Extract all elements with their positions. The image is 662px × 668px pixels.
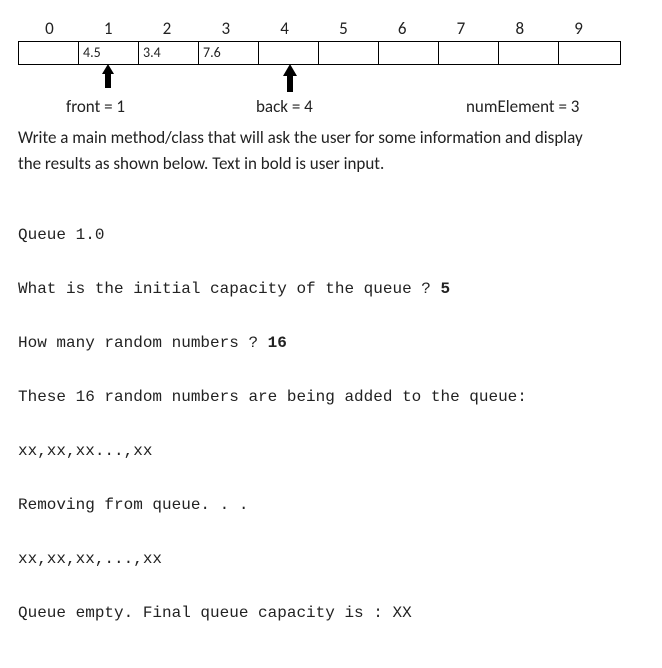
index-label: 1 [79,18,138,39]
index-label: 7 [432,18,491,39]
index-label: 9 [549,18,608,39]
front-pointer-label: front = 1 [66,96,125,117]
array-cell: 3.4 [139,42,199,64]
output-line: Removing from queue. . . [18,496,608,514]
user-input: 16 [268,334,287,352]
array-cell [259,42,319,64]
index-label: 5 [314,18,373,39]
output-line: Queue 1.0 [18,226,608,244]
index-row: 0 1 2 3 4 5 6 7 8 9 [18,18,608,39]
index-label: 3 [196,18,255,39]
array-cell: 4.5 [79,42,139,64]
array-cell [379,42,439,64]
array-cell [19,42,79,64]
array-cell [499,42,559,64]
user-input: 5 [440,280,450,298]
back-pointer-label: back = 4 [256,96,313,117]
back-arrow-icon [281,64,299,92]
array-cell [439,42,499,64]
output-line: Queue empty. Final queue capacity is : X… [18,604,608,622]
sample-output: Queue 1.0 What is the initial capacity o… [18,190,608,640]
array-cell [319,42,379,64]
array-cell: 7.6 [199,42,259,64]
output-line: xx,xx,xx,...,xx [18,550,608,568]
index-label: 4 [255,18,314,39]
output-line: How many random numbers ? 16 [18,334,608,352]
front-arrow-icon [99,64,117,88]
index-label: 8 [490,18,549,39]
index-label: 2 [138,18,197,39]
cell-row: 4.5 3.4 7.6 [18,41,621,65]
array-cell [559,42,619,64]
index-label: 0 [20,18,79,39]
index-label: 6 [373,18,432,39]
queue-array-diagram: 0 1 2 3 4 5 6 7 8 9 4.5 3.4 7.6 front = … [18,18,608,65]
output-line: What is the initial capacity of the queu… [18,280,608,298]
output-line: These 16 random numbers are being added … [18,388,608,406]
output-line: xx,xx,xx...,xx [18,442,608,460]
numelement-label: numElement = 3 [466,96,579,117]
problem-instruction: Write a main method/class that will ask … [18,125,608,176]
